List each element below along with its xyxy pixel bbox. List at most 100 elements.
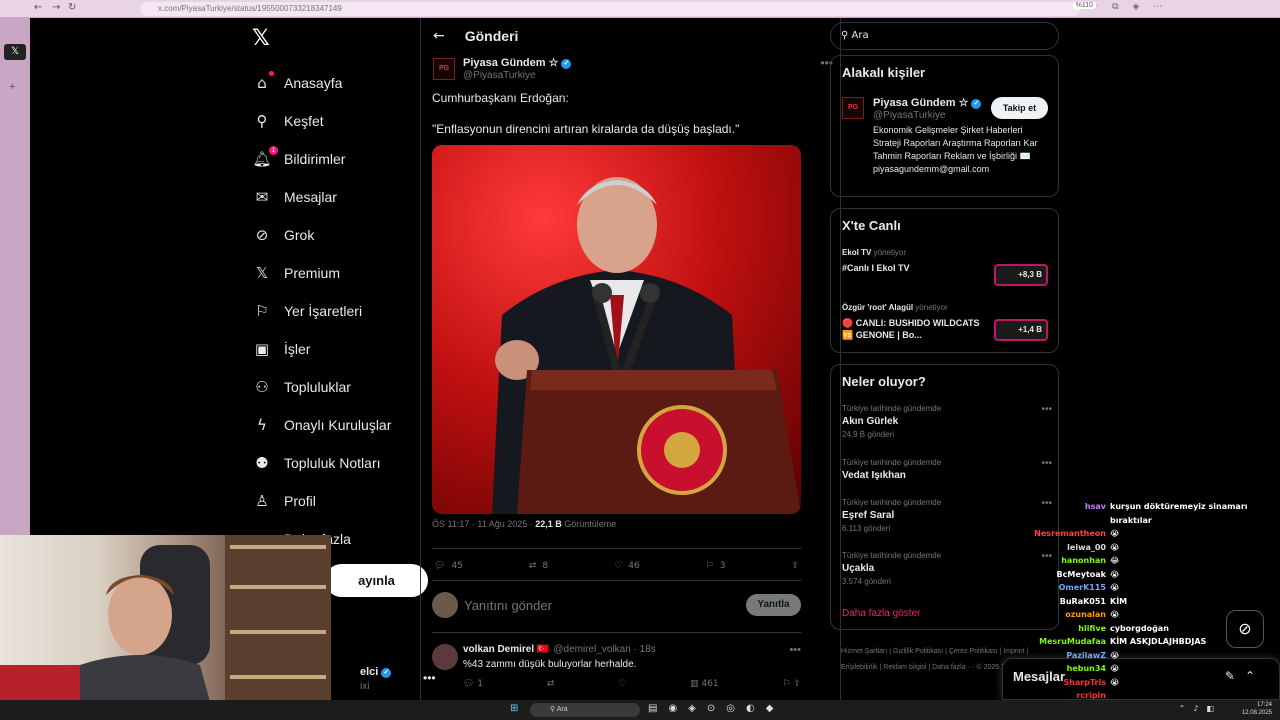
zoom-indicator[interactable]: %110 [1072,2,1096,9]
author-handle[interactable]: @PiyasaTurkiye [463,70,536,81]
share-action[interactable]: ⇪ [791,558,799,574]
search-icon: ⚲ [256,112,268,130]
sidebar-item-verified-orgs[interactable]: ϟ Onaylı Kuruluşlar [252,406,391,444]
account-name[interactable]: elci ✓ [360,666,392,678]
trend-item[interactable]: Türkiye tarihinde gündemde Akın Gürlek 24,… [842,404,1052,439]
trend-name: Vedat Işıkhan [842,470,906,481]
x-logo-icon[interactable]: 𝕏 [252,26,270,51]
author-name[interactable]: Piyasa Gündem ☆ ✓ [463,56,572,69]
main-column: ← Gönderi PG Piyasa Gündem ☆ ✓ @PiyasaTur… [420,18,841,700]
sidebar-item-communities[interactable]: ⚇ Topluluklar [252,368,391,406]
bookmark-action[interactable]: ⚐ 3 [706,558,726,574]
sidebar-item-label: Keşfet [284,113,324,129]
trend-more-icon[interactable]: ••• [1041,404,1052,415]
back-icon[interactable]: ← [34,2,42,13]
back-arrow-icon[interactable]: ← [433,28,445,44]
like-action[interactable]: ♡ 46 [614,558,640,574]
trend-name: Akın Gürlek [842,416,899,427]
sidebar-item-grok[interactable]: ⊘ Grok [252,216,391,254]
live-listener-count[interactable]: +1,4 B [994,319,1048,341]
bookmark-count: 3 [719,561,726,571]
avatar [432,592,458,618]
reply-author[interactable]: volkan Demirel 🇹🇷 @demirel_volkan · 18s [463,644,656,655]
taskbar-search[interactable]: ⚲ Ara [530,703,640,717]
tab-x-icon[interactable]: 𝕏 [4,44,26,60]
trend-context: Türkiye tarihinde gündemde [842,404,942,413]
sidebar-item-community-notes[interactable]: ⚉ Topluluk Notları [252,444,391,482]
chat-message: OmerK115 😭 [1020,581,1260,595]
avatar[interactable]: PG [433,58,455,80]
taskbar-app-icons[interactable]: ▤◉◈⊙◎◐◆ [648,703,784,714]
author-name-text: Piyasa Gündem ☆ [463,57,559,69]
chat-user: PazilawZ [1066,650,1106,660]
sidebar-item-premium[interactable]: 𝕏 Premium [252,254,391,292]
avatar[interactable]: PG [842,97,864,119]
search-placeholder: Ara [851,30,869,41]
post-image[interactable] [432,145,801,514]
chat-user: hebun34 [1066,664,1106,673]
related-name[interactable]: Piyasa Gündem ☆ ✓ [873,96,982,109]
account-handle: ixi [360,681,370,692]
post-author: PG Piyasa Gündem ☆ ✓ @PiyasaTurkiye ••• [433,56,833,86]
chat-message: hebun34 😭 [1020,662,1260,676]
live-item[interactable]: Özgür 'root' Alagül yönetiyor 🔴 CANLI: B… [842,303,987,341]
follow-button[interactable]: Takip et [991,97,1048,119]
reload-icon[interactable]: ↻ [68,2,76,13]
reply-reply-count: 1 [477,679,484,689]
mail-icon: ✉ [255,188,269,206]
related-name-text: Piyasa Gündem ☆ [873,97,969,109]
search-icon: ⚲ [550,706,557,713]
live-item[interactable]: Ekol TV yönetiyor #Canlı I Ekol TV [842,248,982,274]
browser-extension-icons[interactable]: ☆⧉◈⋯ [1090,2,1176,12]
post-text-line: Cumhurbaşkanı Erdoğan: [432,91,569,105]
trend-more-icon[interactable]: ••• [1041,458,1052,469]
reply-repost-icon[interactable]: ⇄ [547,679,555,689]
sidebar-item-jobs[interactable]: ▣ İşler [252,330,391,368]
reply-reply-action[interactable]: 💬︎ 1 [463,679,483,689]
taskbar-clock[interactable]: 17:24 12.08.2025 [1242,701,1272,717]
windows-start-icon[interactable]: ⊞ [510,703,518,714]
chat-message: hlifive cyborgdoğan [1020,622,1260,636]
chat-user: hanonhan [1061,556,1106,565]
system-tray-icons[interactable]: ⌃♪◧ [1179,704,1222,713]
reply-input[interactable]: Yanıtını gönder [464,598,552,613]
reply-bookmark-icon[interactable]: ⚐ ⇪ [782,679,800,689]
sidebar-item-bookmarks[interactable]: ⚐ Yer İşaretleri [252,292,391,330]
trend-item[interactable]: Türkiye tarihinde gündemde Vedat Işıkhan •… [842,458,1052,481]
repost-action[interactable]: ⇄ 8 [529,558,548,574]
repost-icon: ⇄ [528,561,537,571]
address-bar[interactable]: x.com/PiyasaTurkiye/status/1955000733218… [140,2,1080,16]
sidebar-item-messages[interactable]: ✉ Mesajlar [252,178,391,216]
post-image-illustration [492,177,801,514]
trend-context: Türkiye tarihinde gündemde [842,458,942,467]
avatar[interactable] [432,644,458,670]
sidebar-item-label: Yer İşaretleri [284,303,363,319]
sidebar-item-explore[interactable]: ⚲ Keşfet [252,102,391,140]
post-views: 22,1 B [535,519,562,529]
sidebar-item-notifications[interactable]: 🔔︎ 1 Bildirimler [252,140,391,178]
reply-views-action[interactable]: ▥ 461 [690,679,719,689]
home-icon: ⌂ [252,71,274,92]
search-input[interactable]: ⚲ Ara [830,22,1059,50]
reply-post[interactable]: volkan Demirel 🇹🇷 @demirel_volkan · 18s •… [432,644,801,700]
heart-icon: ♡ [614,561,623,571]
forward-icon[interactable]: → [52,2,60,13]
live-listener-count[interactable]: +8,3 B [994,264,1048,286]
reply-heart-icon[interactable]: ♡ [618,679,626,689]
post-timestamp[interactable]: ÖS 11:17 · 11 Ağu 2025 · [432,519,535,529]
webcam-illustration [0,535,331,720]
reply-more-icon[interactable]: ••• [789,644,801,656]
sidebar-item-profile[interactable]: ♙ Profil [252,482,391,520]
reply-action[interactable]: 💬︎ 45 [434,558,463,574]
post-button[interactable]: ayınla [325,564,428,597]
divider [432,548,801,549]
reply-button[interactable]: Yanıtla [746,594,801,616]
show-more-link[interactable]: Daha fazla göster [842,608,920,619]
chat-user: hlifive [1078,623,1106,633]
sidebar-item-label: Grok [284,227,315,243]
sidebar-item-home[interactable]: ⌂ Anasayfa [252,64,391,102]
new-tab-icon[interactable]: + [9,81,15,93]
card-title: Alakalı kişiler [842,65,926,80]
chat-user: BuRaK051 [1059,596,1106,606]
chat-message: Nesremantheon 😭 [1020,527,1260,541]
